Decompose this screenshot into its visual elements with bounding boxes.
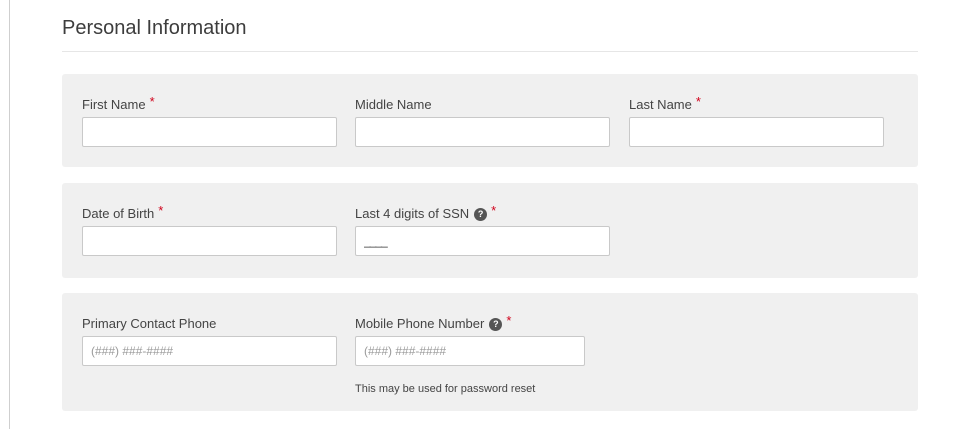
primary-phone-field: Primary Contact Phone	[82, 316, 216, 332]
last-name-input[interactable]	[629, 117, 884, 147]
mobile-phone-field: Mobile Phone Number ? *	[355, 313, 512, 332]
ssn-last4-field: Last 4 digits of SSN ? *	[355, 203, 497, 222]
middle-name-label-text: Middle Name	[355, 97, 432, 112]
section-divider	[62, 51, 918, 52]
date-of-birth-label-text: Date of Birth	[82, 206, 155, 221]
mobile-phone-input[interactable]	[355, 336, 585, 366]
primary-phone-label-text: Primary Contact Phone	[82, 316, 217, 331]
mobile-phone-label: Mobile Phone Number ? *	[355, 313, 512, 332]
primary-phone-input[interactable]	[82, 336, 337, 366]
first-name-label-text: First Name	[82, 97, 146, 112]
help-icon[interactable]: ?	[489, 317, 503, 331]
first-name-input[interactable]	[82, 117, 337, 147]
mobile-phone-hint: This may be used for password reset	[355, 383, 536, 395]
ssn-last4-label: Last 4 digits of SSN ? *	[355, 203, 497, 222]
ssn-last4-input[interactable]	[355, 226, 610, 256]
middle-name-input[interactable]	[355, 117, 610, 147]
last-name-field: Last Name *	[629, 94, 701, 113]
required-marker: *	[149, 94, 155, 109]
first-name-field: First Name *	[82, 94, 155, 113]
required-marker: *	[491, 203, 497, 218]
required-marker: *	[695, 94, 701, 109]
last-name-label-text: Last Name	[629, 97, 692, 112]
last-name-label: Last Name *	[629, 94, 701, 113]
required-marker: *	[506, 313, 512, 328]
date-of-birth-field: Date of Birth *	[82, 203, 164, 222]
section-title: Personal Information	[62, 17, 247, 39]
primary-phone-label: Primary Contact Phone	[82, 316, 216, 332]
first-name-label: First Name *	[82, 94, 155, 113]
date-of-birth-label: Date of Birth *	[82, 203, 164, 222]
mobile-phone-label-text: Mobile Phone Number	[355, 316, 485, 331]
required-marker: *	[158, 203, 164, 218]
date-of-birth-input[interactable]	[82, 226, 337, 256]
help-icon[interactable]: ?	[474, 207, 488, 221]
middle-name-field: Middle Name	[355, 97, 432, 113]
ssn-last4-label-text: Last 4 digits of SSN	[355, 206, 470, 221]
middle-name-label: Middle Name	[355, 97, 432, 113]
